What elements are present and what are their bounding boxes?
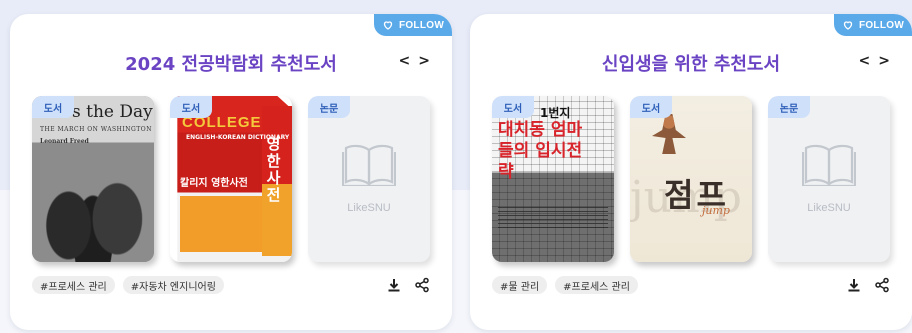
open-book-icon xyxy=(802,144,856,186)
carousel-nav: < > xyxy=(399,52,430,70)
heart-icon xyxy=(383,21,393,30)
tag[interactable]: #물 관리 xyxy=(492,276,548,294)
follow-button[interactable]: FOLLOW xyxy=(374,14,452,36)
cover-korean-title: 칼리지 영한사전 xyxy=(180,178,248,189)
next-button[interactable]: > xyxy=(878,52,890,70)
tag-list: #프로세스 관리 #자동차 엔지니어링 xyxy=(32,276,224,294)
follow-label: FOLLOW xyxy=(858,19,905,31)
spine-title: 영한사전 xyxy=(264,136,282,204)
follow-label: FOLLOW xyxy=(398,19,445,31)
next-button[interactable]: > xyxy=(418,52,430,70)
book-cover[interactable]: 도서 jump 점프 jump xyxy=(630,96,752,262)
prev-button[interactable]: < xyxy=(399,52,411,70)
type-badge: 도서 xyxy=(630,96,672,118)
tag[interactable]: #자동차 엔지니어링 xyxy=(122,276,224,294)
book-collection-card: FOLLOW 2024 전공박람회 추천도서 < > 도서 s the Day … xyxy=(10,14,452,330)
cover-subtitle: THE MARCH ON WASHINGTON xyxy=(40,126,152,133)
follow-button[interactable]: FOLLOW xyxy=(834,14,912,36)
type-badge: 논문 xyxy=(308,96,350,118)
book-list: 도서 1번지 대치동 엄마들의 입시전략 도서 jump 점프 jump 논문 … xyxy=(492,96,890,262)
prev-button[interactable]: < xyxy=(859,52,871,70)
type-badge: 도서 xyxy=(492,96,534,118)
tag[interactable]: #프로세스 관리 xyxy=(32,276,115,294)
cover-author: Leonard Freed xyxy=(40,138,89,145)
cover-text-lines xyxy=(498,204,608,228)
placeholder-label: LikeSNU xyxy=(347,202,391,214)
book-cover-placeholder[interactable]: 논문 LikeSNU xyxy=(768,96,890,262)
share-icon[interactable] xyxy=(874,277,890,293)
cover-band xyxy=(180,196,262,252)
cover-title: s the Day xyxy=(72,102,153,122)
book-cover[interactable]: 도서 1번지 대치동 엄마들의 입시전략 xyxy=(492,96,614,262)
book-cover-placeholder[interactable]: 논문 LikeSNU xyxy=(308,96,430,262)
book-cover[interactable]: 도서 COLLEGE ENGLISH-KOREAN DICTIONARY 칼리지… xyxy=(170,96,292,262)
type-badge: 도서 xyxy=(170,96,212,118)
tag-list: #물 관리 #프로세스 관리 xyxy=(492,276,638,294)
cover-subtitle: jump xyxy=(702,204,730,217)
carousel-nav: < > xyxy=(859,52,890,70)
placeholder-label: LikeSNU xyxy=(807,202,851,214)
collection-title: 신입생을 위한 추천도서 xyxy=(601,54,781,75)
tag[interactable]: #프로세스 관리 xyxy=(555,276,638,294)
cover-title: 1번지 xyxy=(540,106,571,120)
download-icon[interactable] xyxy=(386,277,402,293)
heart-icon xyxy=(843,21,853,30)
open-book-icon xyxy=(342,144,396,186)
book-collection-card: FOLLOW 신입생을 위한 추천도서 < > 도서 1번지 대치동 엄마들의 … xyxy=(470,14,912,330)
card-actions xyxy=(846,277,890,293)
type-badge: 도서 xyxy=(32,96,74,118)
download-icon[interactable] xyxy=(846,277,862,293)
cover-subtitle: 대치동 엄마들의 입시전략 xyxy=(498,120,583,182)
book-cover[interactable]: 도서 s the Day THE MARCH ON WASHINGTON Leo… xyxy=(32,96,154,262)
collection-title: 2024 전공박람회 추천도서 xyxy=(125,54,337,75)
type-badge: 논문 xyxy=(768,96,810,118)
card-actions xyxy=(386,277,430,293)
book-list: 도서 s the Day THE MARCH ON WASHINGTON Leo… xyxy=(32,96,430,262)
share-icon[interactable] xyxy=(414,277,430,293)
